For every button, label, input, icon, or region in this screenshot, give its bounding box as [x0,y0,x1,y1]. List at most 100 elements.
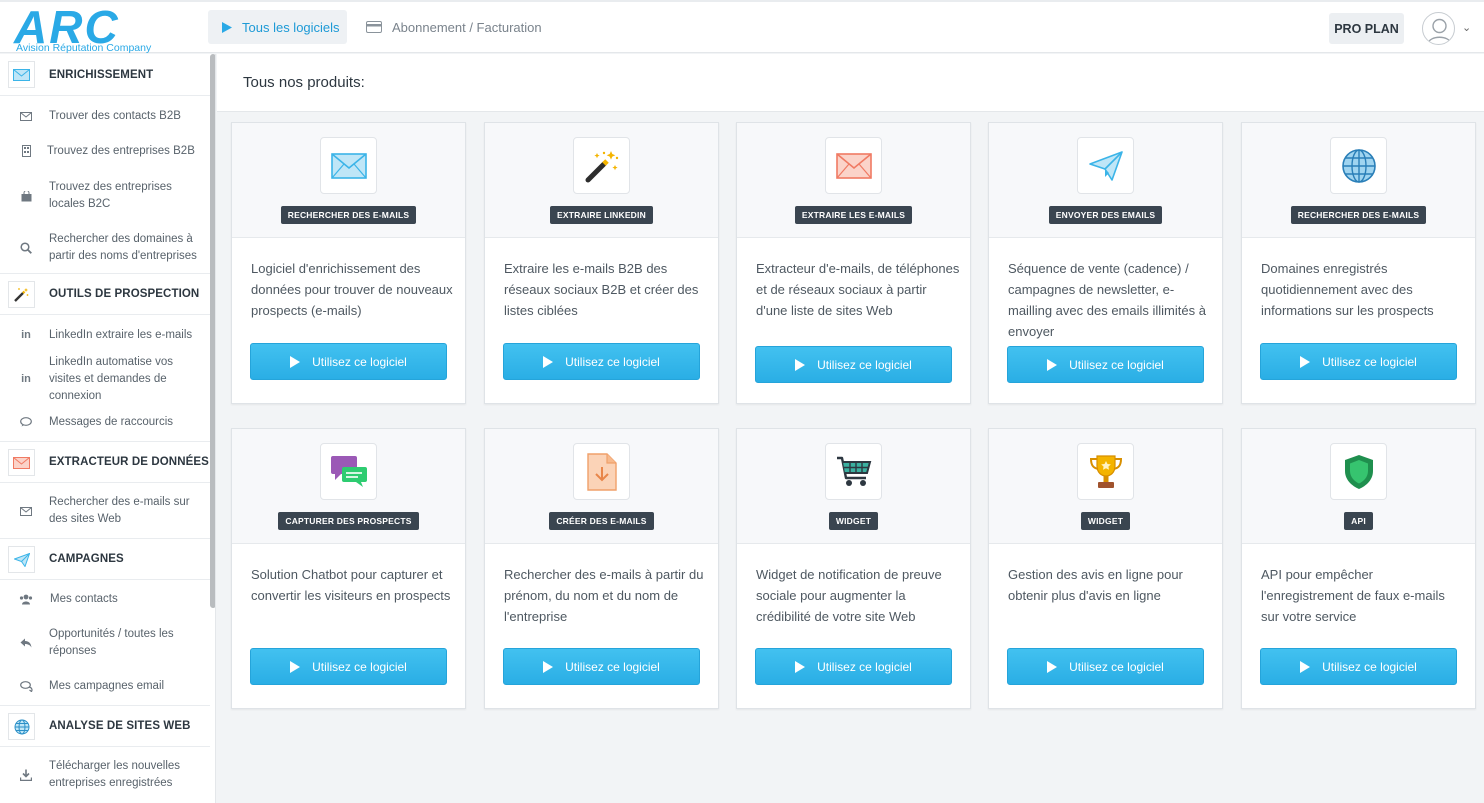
button-label: Utilisez ce logiciel [1322,354,1417,369]
search-icon [19,241,33,255]
product-card: RECHERCHER DES E-MAILS Logiciel d'enrich… [231,122,466,404]
sidebar-item-label: Mes campagnes email [49,679,165,692]
sidebar-item-label: Trouvez des entreprises locales B2C [49,181,172,210]
card-header: EXTRAIRE LINKEDIN [485,123,718,238]
page-header: Tous nos produits: [217,54,1484,112]
sidebar-section-enrichissement[interactable]: ENRICHISSEMENT [0,54,210,96]
sidebar-section-extracteur-donnees[interactable]: EXTRACTEUR DE DONNÉES [0,441,210,483]
play-icon [795,660,806,673]
credit-card-icon [366,21,382,33]
tab-label: Abonnement / Facturation [392,19,542,35]
chevron-down-icon[interactable]: ⌄ [1462,21,1471,34]
use-software-button[interactable]: Utilisez ce logiciel [755,648,952,685]
linkedin-icon: in [21,329,31,341]
arc-logo[interactable]: ARC Avision Réputation Company [14,1,180,54]
card-tag: CRÉER DES E-MAILS [485,511,718,530]
tab-label: Tous les logiciels [242,19,340,35]
sidebar-item-opportunites[interactable]: Opportunités / toutes les réponses [0,625,210,661]
section-label: CAMPAGNES [49,553,124,565]
button-label: Utilisez ce logiciel [817,659,912,674]
sidebar-item-telecharger-entreprises[interactable]: Télécharger les nouvelles entreprises en… [0,757,210,793]
linkedin-icon: in [21,373,31,385]
use-software-button[interactable]: Utilisez ce logiciel [503,343,700,380]
file-download-icon [573,443,630,500]
trophy-icon [1077,443,1134,500]
chat-icon [19,415,33,429]
card-header: RECHERCHER DES E-MAILS [1242,123,1475,238]
tab-abonnement-facturation[interactable]: Abonnement / Facturation [366,10,542,44]
use-software-button[interactable]: Utilisez ce logiciel [1007,648,1204,685]
product-card: EXTRAIRE LINKEDIN Extraire les e-mails B… [484,122,719,404]
envelope-red-icon [8,449,35,476]
sidebar-item-linkedin-automatise[interactable]: in LinkedIn automatise vos visites et de… [0,356,210,402]
use-software-button[interactable]: Utilisez ce logiciel [1260,343,1457,380]
button-label: Utilisez ce logiciel [1069,659,1164,674]
card-tag: API [1242,511,1475,530]
sidebar-item-trouvez-entreprises-b2b[interactable]: Trouvez des entreprises B2B [0,141,210,161]
use-software-button[interactable]: Utilisez ce logiciel [1007,346,1204,383]
sidebar-item-label: Opportunités / toutes les réponses [49,628,174,657]
product-card: WIDGET Gestion des avis en ligne pour ob… [988,428,1223,709]
paper-plane-icon [1077,137,1134,194]
card-tag: RECHERCHER DES E-MAILS [1242,205,1475,224]
sidebar-section-analyse-sites[interactable]: ANALYSE DE SITES WEB [0,705,210,747]
card-tag: EXTRAIRE LES E-MAILS [737,205,970,224]
shield-icon [1330,443,1387,500]
sidebar-item-trouvez-entreprises-locales[interactable]: Trouvez des entreprises locales B2C [0,178,210,214]
logo-tagline: Avision Réputation Company [16,42,152,54]
user-avatar[interactable] [1422,12,1455,45]
button-label: Utilisez ce logiciel [1322,659,1417,674]
sidebar-item-messages-raccourcis[interactable]: Messages de raccourcis [0,412,210,432]
sidebar-item-label: Rechercher des domaines à partir des nom… [49,233,197,262]
card-header: WIDGET [989,429,1222,544]
sidebar: ENRICHISSEMENT Trouver des contacts B2B … [0,54,216,803]
sidebar-item-trouver-contacts-b2b[interactable]: Trouver des contacts B2B [0,106,210,126]
reply-icon [19,636,33,650]
sidebar-item-mes-campagnes-email[interactable]: Mes campagnes email [0,676,210,696]
card-description: Logiciel d'enrichissement des données po… [251,261,453,318]
section-label: ANALYSE DE SITES WEB [49,720,191,732]
sidebar-item-mes-contacts[interactable]: Mes contacts [0,589,210,609]
envelope-icon [320,137,377,194]
pro-plan-button[interactable]: PRO PLAN [1329,13,1404,44]
use-software-button[interactable]: Utilisez ce logiciel [250,648,447,685]
sidebar-item-label: LinkedIn automatise vos visites et deman… [49,355,174,402]
users-icon [19,592,33,606]
card-header: EXTRAIRE LES E-MAILS [737,123,970,238]
tab-tous-les-logiciels[interactable]: Tous les logiciels [208,10,347,44]
use-software-button[interactable]: Utilisez ce logiciel [250,343,447,380]
button-label: Utilisez ce logiciel [565,354,660,369]
globe-icon [1330,137,1387,194]
card-tag: EXTRAIRE LINKEDIN [485,205,718,224]
card-tag: RECHERCHER DES E-MAILS [232,205,465,224]
card-description: Widget de notification de preuve sociale… [756,567,942,624]
play-icon [222,21,232,33]
user-icon [1427,18,1452,44]
sidebar-scrollbar[interactable] [210,54,215,608]
globe-icon [8,713,35,740]
button-label: Utilisez ce logiciel [312,354,407,369]
use-software-button[interactable]: Utilisez ce logiciel [1260,648,1457,685]
envelope-icon [19,504,33,518]
sidebar-section-outils-prospection[interactable]: OUTILS DE PROSPECTION [0,273,210,315]
magic-wand-icon [8,281,35,308]
sidebar-item-label: Trouvez des entreprises B2B [47,144,195,157]
section-label: EXTRACTEUR DE DONNÉES [49,456,209,468]
sidebar-section-campagnes[interactable]: CAMPAGNES [0,538,210,580]
sidebar-item-rechercher-emails-sites[interactable]: Rechercher des e-mails sur des sites Web [0,493,210,529]
button-label: Utilisez ce logiciel [565,659,660,674]
sidebar-item-linkedin-extraire[interactable]: in LinkedIn extraire les e-mails [0,325,210,345]
page-title: Tous nos produits: [243,74,365,91]
section-label: ENRICHISSEMENT [49,68,154,81]
product-card: API API pour empêcher l'enregistrement d… [1241,428,1476,709]
use-software-button[interactable]: Utilisez ce logiciel [755,346,952,383]
play-icon [543,660,554,673]
play-icon [1300,355,1311,368]
sidebar-item-label: Télécharger les nouvelles entreprises en… [49,760,181,789]
card-description: Gestion des avis en ligne pour obtenir p… [1008,567,1183,603]
card-description: Séquence de vente (cadence) / campagnes … [1008,261,1206,339]
sidebar-item-rechercher-domaines[interactable]: Rechercher des domaines à partir des nom… [0,230,210,266]
card-header: CRÉER DES E-MAILS [485,429,718,544]
use-software-button[interactable]: Utilisez ce logiciel [503,648,700,685]
card-tag: CAPTURER DES PROSPECTS [232,511,465,530]
